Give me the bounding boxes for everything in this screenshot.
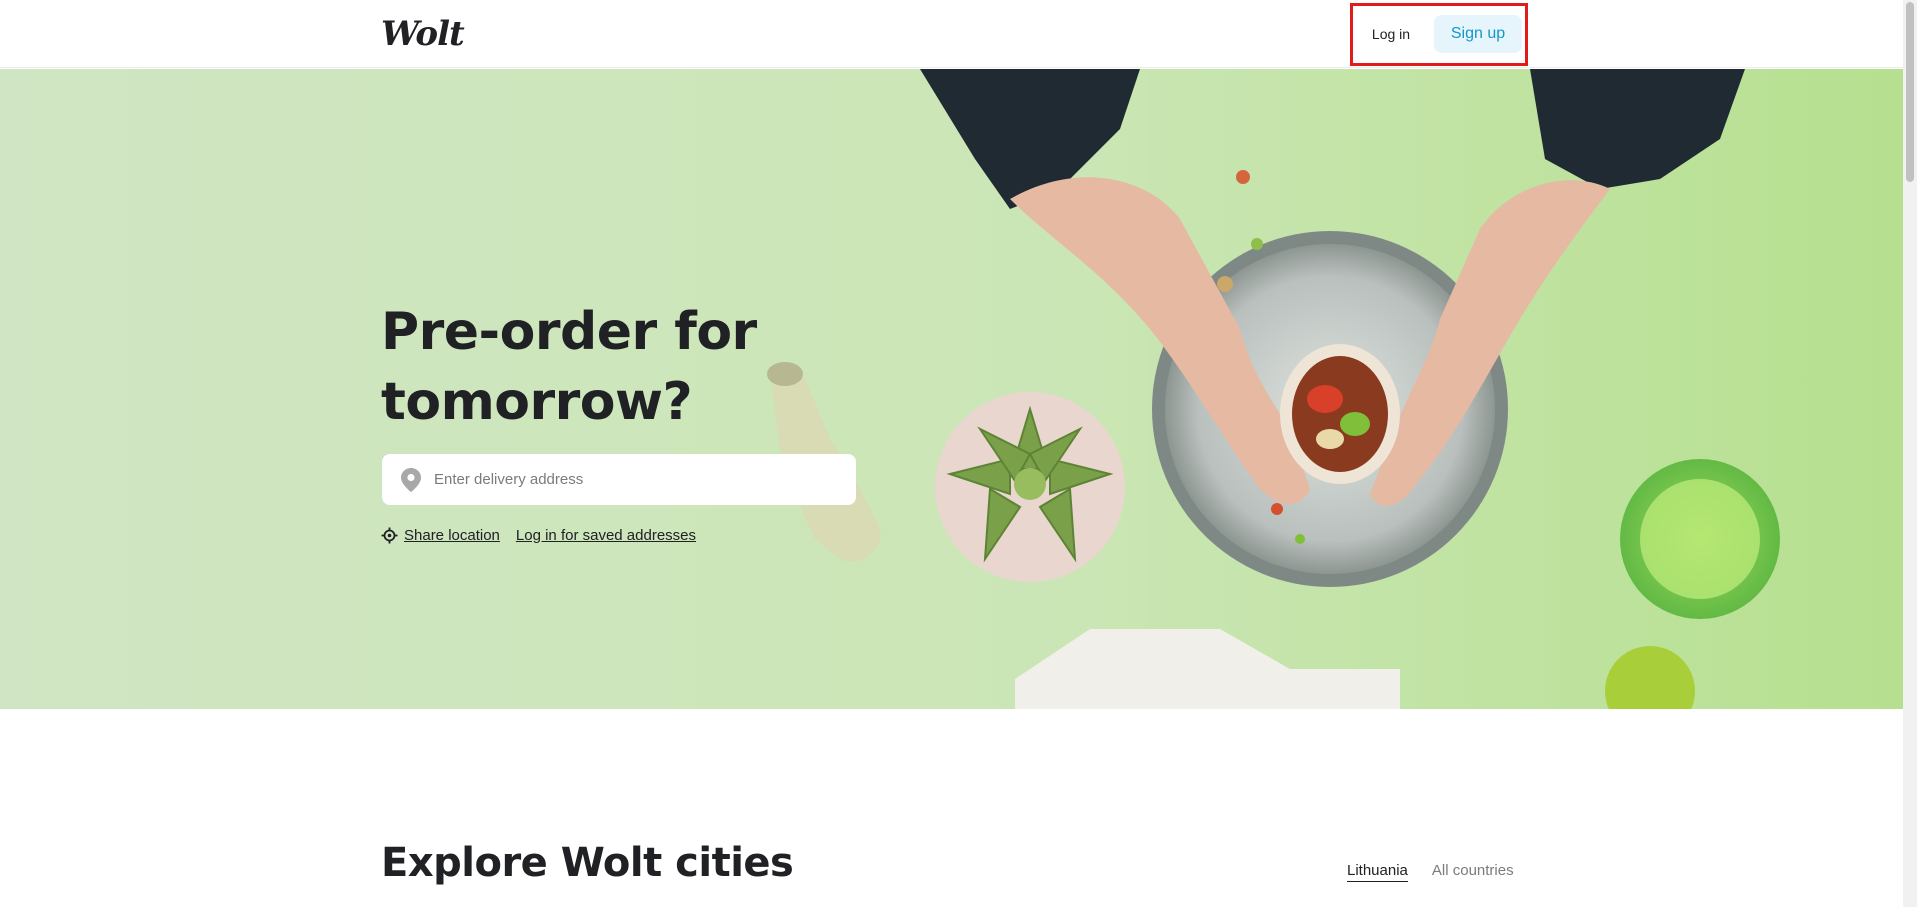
hero-food-illustration — [0, 69, 1903, 709]
map-pin-icon — [401, 468, 421, 492]
page: Wolt Log in Sign up Pre-order for tomorr… — [0, 0, 1917, 907]
scrollbar-thumb[interactable] — [1906, 2, 1914, 182]
delivery-address-input[interactable] — [434, 454, 844, 505]
saved-addresses-login-link[interactable]: Log in for saved addresses — [516, 527, 696, 544]
location-links: Share location Log in for saved addresse… — [381, 524, 696, 546]
tab-lithuania[interactable]: Lithuania — [1347, 862, 1408, 882]
hero-heading-line1: Pre-order for — [381, 302, 757, 362]
page-scrollbar[interactable] — [1903, 0, 1917, 907]
explore-cities-heading: Explore Wolt cities — [381, 840, 794, 886]
wolt-logo[interactable]: Wolt — [381, 14, 465, 54]
top-header: Wolt Log in Sign up — [0, 0, 1903, 68]
share-location-link[interactable]: Share location — [404, 527, 500, 544]
country-tabs: Lithuania All countries — [1347, 862, 1514, 882]
tab-all-countries[interactable]: All countries — [1432, 862, 1514, 882]
hero-heading: Pre-order for tomorrow? — [381, 297, 881, 437]
hero-banner: Pre-order for tomorrow? Share location L… — [0, 69, 1903, 709]
crosshair-icon[interactable] — [381, 527, 398, 544]
signup-button[interactable]: Sign up — [1434, 15, 1522, 53]
login-button[interactable]: Log in — [1361, 15, 1421, 53]
hero-heading-line2: tomorrow? — [381, 372, 693, 432]
delivery-address-field[interactable] — [382, 454, 856, 505]
